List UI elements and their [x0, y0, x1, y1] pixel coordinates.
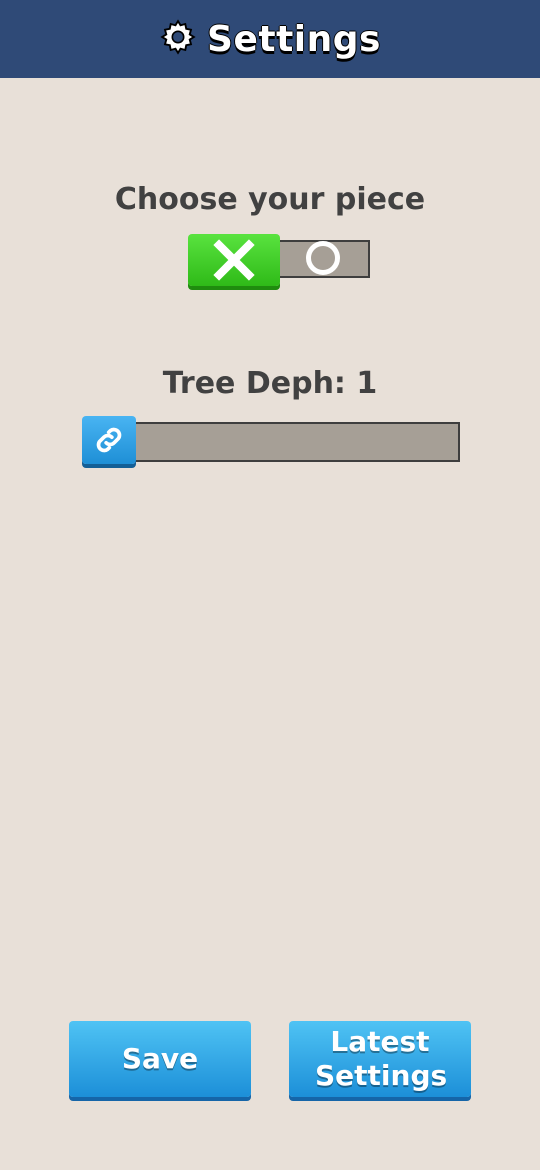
depth-label: Tree Deph: 1: [162, 366, 378, 401]
piece-label: Choose your piece: [114, 182, 426, 217]
gear-icon: [159, 18, 197, 60]
piece-toggle[interactable]: [188, 234, 372, 286]
slider-track[interactable]: [128, 422, 460, 462]
x-piece-icon: [213, 239, 255, 281]
slider-handle[interactable]: [82, 416, 136, 464]
link-icon: [96, 427, 122, 453]
header-bar: Settings: [0, 0, 540, 78]
page-title: Settings: [207, 18, 381, 60]
save-button[interactable]: Save: [69, 1021, 251, 1097]
latest-settings-label: Latest Settings: [315, 1025, 448, 1092]
toggle-track[interactable]: [276, 240, 370, 278]
depth-slider[interactable]: [82, 416, 460, 468]
latest-settings-button[interactable]: Latest Settings: [289, 1021, 471, 1097]
o-piece-icon: [306, 241, 340, 275]
toggle-knob-x[interactable]: [188, 234, 280, 286]
header-content: Settings: [159, 18, 381, 60]
